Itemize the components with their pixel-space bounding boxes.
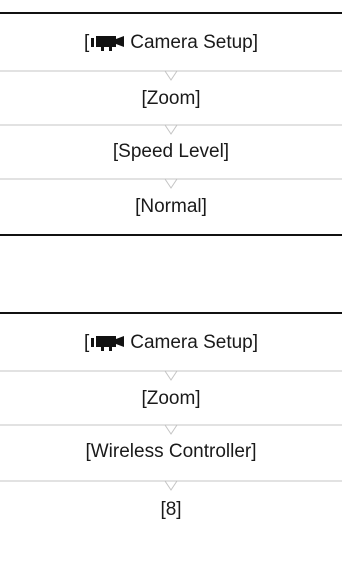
menu-item-camera-setup: [ Camera Setup] [0, 329, 342, 357]
menu-label: Camera Setup] [130, 332, 259, 353]
step-normal: [Normal] [135, 196, 207, 217]
bracket-open: [ [83, 332, 90, 353]
movie-camera-icon [91, 336, 125, 351]
bottom-rule [0, 234, 342, 236]
menu-item-camera-setup: [ Camera Setup] [0, 29, 342, 57]
step-wireless-controller: [Wireless Controller] [85, 441, 257, 462]
step-separator [0, 124, 342, 136]
step-separator [0, 424, 342, 436]
bracket-open: [ [83, 32, 90, 53]
top-rule [0, 312, 342, 314]
step-separator [0, 178, 342, 190]
movie-camera-icon [91, 36, 125, 51]
top-rule [0, 12, 342, 14]
step-zoom: [Zoom] [141, 88, 201, 109]
step-value-8: [8] [160, 499, 182, 520]
step-separator [0, 70, 342, 82]
step-separator [0, 370, 342, 382]
step-separator [0, 480, 342, 492]
step-zoom: [Zoom] [141, 388, 201, 409]
step-speed-level: [Speed Level] [112, 141, 230, 162]
menu-label: Camera Setup] [130, 32, 259, 53]
